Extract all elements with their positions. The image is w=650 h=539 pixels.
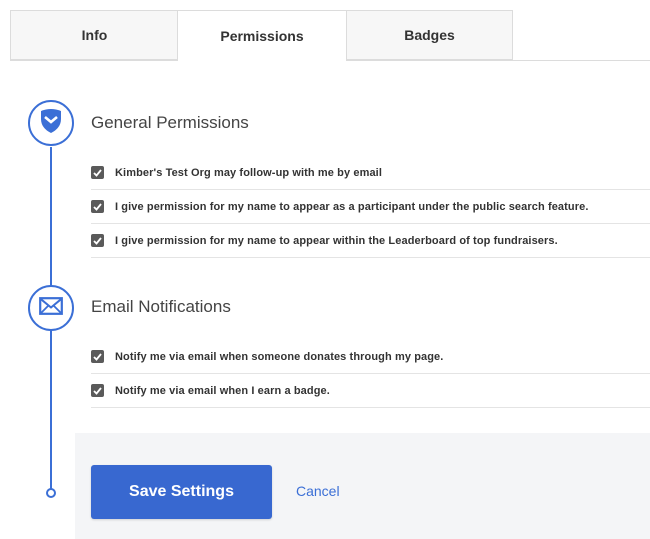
permission-row: I give permission for my name to appear … xyxy=(91,224,650,258)
cancel-link[interactable]: Cancel xyxy=(296,483,340,499)
notification-row: Notify me via email when someone donates… xyxy=(91,340,650,374)
tab-permissions[interactable]: Permissions xyxy=(177,10,347,61)
public-search-label: I give permission for my name to appear … xyxy=(115,200,589,213)
leaderboard-label: I give permission for my name to appear … xyxy=(115,234,558,247)
permission-row: I give permission for my name to appear … xyxy=(91,190,650,224)
shield-icon xyxy=(39,108,63,139)
tab-info[interactable]: Info xyxy=(10,10,178,60)
email-notifications-step xyxy=(28,285,74,331)
email-notifications-title: Email Notifications xyxy=(91,297,231,316)
badge-notify-label: Notify me via email when I earn a badge. xyxy=(115,384,330,397)
general-permissions-step xyxy=(28,100,74,146)
follow-up-label: Kimber's Test Org may follow-up with me … xyxy=(115,166,382,179)
tab-badges[interactable]: Badges xyxy=(346,10,513,60)
notification-row: Notify me via email when I earn a badge. xyxy=(91,374,650,408)
general-permissions-title: General Permissions xyxy=(91,113,249,132)
badge-notify-checkbox[interactable] xyxy=(91,384,104,397)
save-settings-button[interactable]: Save Settings xyxy=(91,465,272,519)
tab-bar: Info Permissions Badges xyxy=(10,10,650,61)
envelope-icon xyxy=(39,296,63,320)
permission-row: Kimber's Test Org may follow-up with me … xyxy=(91,156,650,190)
donation-notify-checkbox[interactable] xyxy=(91,350,104,363)
timeline-end-dot xyxy=(46,488,56,498)
leaderboard-checkbox[interactable] xyxy=(91,234,104,247)
public-search-checkbox[interactable] xyxy=(91,200,104,213)
donation-notify-label: Notify me via email when someone donates… xyxy=(115,350,444,363)
follow-up-checkbox[interactable] xyxy=(91,166,104,179)
